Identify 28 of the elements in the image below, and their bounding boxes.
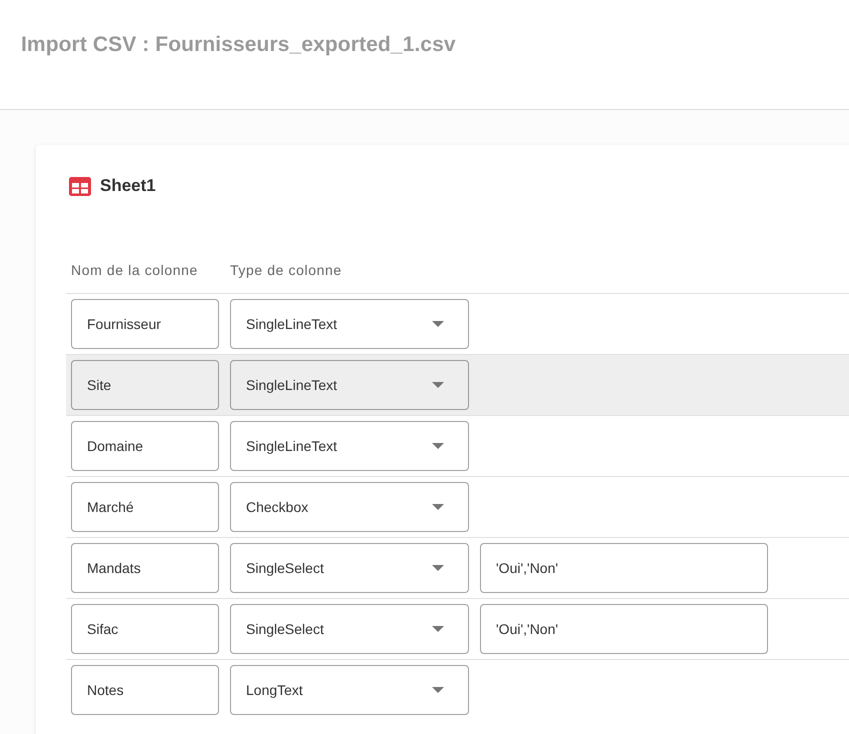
caret-icon — [432, 565, 444, 571]
column-type-select[interactable]: LongText — [230, 665, 469, 715]
caret-icon — [432, 504, 444, 510]
caret-icon — [432, 382, 444, 388]
column-type-select[interactable]: SingleSelect — [230, 604, 469, 654]
caret-icon — [432, 687, 444, 693]
column-name-field[interactable]: Sifac — [71, 604, 219, 654]
column-name-field[interactable]: Marché — [71, 482, 219, 532]
caret-icon — [432, 626, 444, 632]
column-name-field[interactable]: Notes — [71, 665, 219, 715]
column-type-select[interactable]: SingleLineText — [230, 421, 469, 471]
sheet-name: Sheet1 — [100, 176, 156, 196]
column-type-select[interactable]: SingleLineText — [230, 299, 469, 349]
column-type-select[interactable]: SingleLineText — [230, 360, 469, 410]
options-field[interactable]: 'Oui','Non' — [480, 604, 768, 654]
column-type-select[interactable]: Checkbox — [230, 482, 469, 532]
column-name-field[interactable]: Mandats — [71, 543, 219, 593]
column-type-select[interactable]: SingleSelect — [230, 543, 469, 593]
caret-icon — [432, 443, 444, 449]
table-icon — [69, 176, 91, 196]
column-header: Nom de la colonne — [71, 261, 199, 280]
caret-icon — [432, 321, 444, 327]
column-name-field[interactable]: Domaine — [71, 421, 219, 471]
page-title: Import CSV : Fournisseurs_exported_1.csv — [21, 33, 456, 57]
options-field[interactable]: 'Oui','Non' — [480, 543, 768, 593]
column-header: Type de colonne — [230, 261, 343, 280]
column-name-field[interactable]: Fournisseur — [71, 299, 219, 349]
column-name-field[interactable]: Site — [71, 360, 219, 410]
